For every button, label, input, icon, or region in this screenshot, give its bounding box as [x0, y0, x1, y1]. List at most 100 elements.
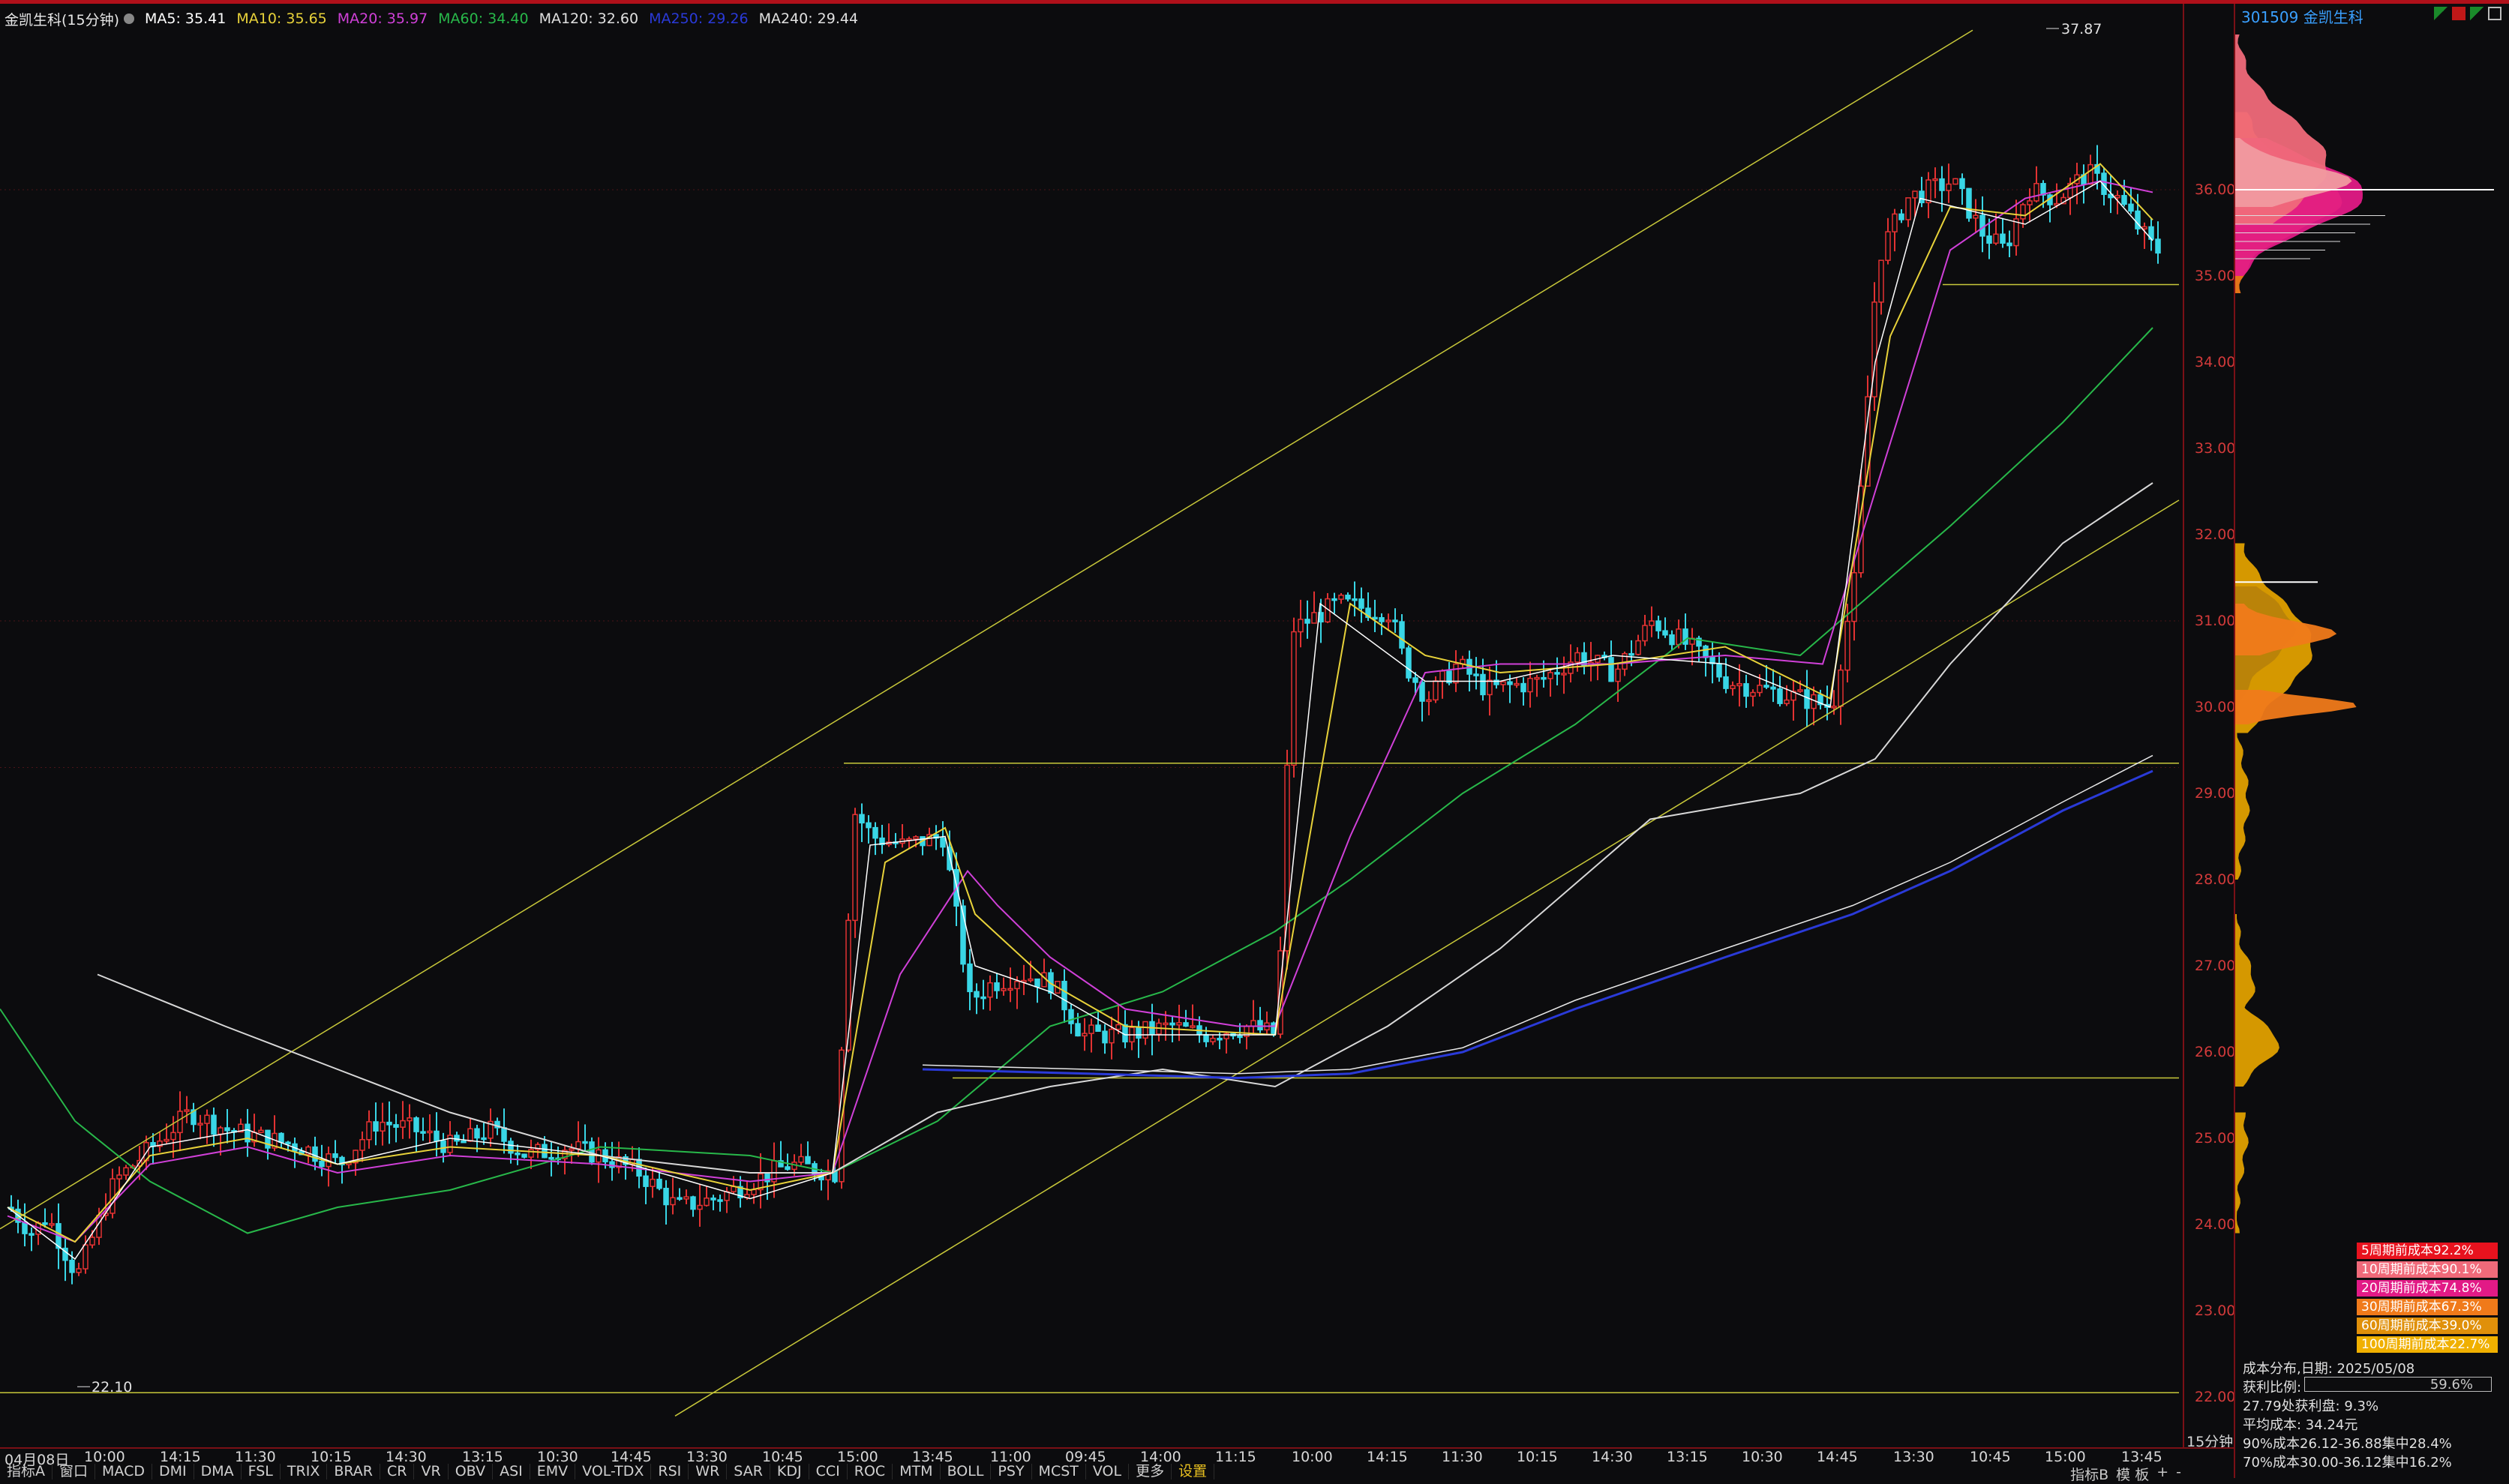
- tab-18[interactable]: CCI: [809, 1464, 848, 1480]
- tab-7[interactable]: BRAR: [327, 1464, 381, 1480]
- candle-body: [1642, 625, 1648, 642]
- time-tick: 14:45: [1817, 1449, 1858, 1465]
- candle-body: [332, 1153, 338, 1159]
- price-tick: 32.00: [2195, 526, 2236, 543]
- tab-3[interactable]: DMI: [152, 1464, 194, 1480]
- tab-11[interactable]: ASI: [493, 1464, 530, 1480]
- cost-date: 成本分布,日期: 2025/05/08: [2243, 1361, 2415, 1377]
- candle-body: [1433, 680, 1439, 701]
- candle-body: [1068, 1009, 1074, 1024]
- tab-24[interactable]: VOL: [1086, 1464, 1130, 1480]
- candle-body: [1358, 598, 1364, 609]
- candle-body: [785, 1166, 791, 1171]
- ma-label: MA10: 35.65: [236, 10, 327, 27]
- tab-21[interactable]: BOLL: [941, 1464, 992, 1480]
- candle-body: [670, 1197, 676, 1206]
- cost-90: 90%成本26.12-36.88集中28.4%: [2243, 1436, 2452, 1452]
- settings-icon[interactable]: [124, 13, 135, 24]
- candle-body: [1797, 689, 1803, 692]
- candle-body: [2128, 203, 2134, 212]
- candle-body: [1061, 980, 1067, 1011]
- tab-26[interactable]: 设置: [1172, 1464, 1215, 1480]
- candle-body: [1784, 699, 1790, 704]
- tab-right-3[interactable]: -: [2176, 1464, 2181, 1484]
- tab-14[interactable]: RSI: [651, 1464, 689, 1480]
- tab-6[interactable]: TRIX: [281, 1464, 328, 1480]
- tab-2[interactable]: MACD: [95, 1464, 152, 1480]
- candle-body: [116, 1174, 122, 1180]
- candle-body: [1919, 190, 1925, 203]
- tab-25[interactable]: 更多: [1129, 1464, 1172, 1480]
- candle-body: [980, 996, 986, 1000]
- tab-4[interactable]: DMA: [194, 1464, 242, 1480]
- tab-15[interactable]: WR: [689, 1464, 728, 1480]
- tab-12[interactable]: EMV: [530, 1464, 576, 1480]
- candle-body: [1844, 620, 1850, 671]
- candle-body: [1676, 628, 1682, 646]
- ma-label: MA240: 29.44: [758, 10, 859, 27]
- candle-body: [515, 1153, 521, 1156]
- kline-chart-area[interactable]: 金凯生科(15分钟) MA5: 35.41 MA10: 35.65 MA20: 35…: [0, 4, 2183, 1447]
- candle-body: [89, 1237, 95, 1246]
- candle-body: [1426, 699, 1432, 703]
- candle-body: [1770, 686, 1776, 690]
- tab-16[interactable]: SAR: [727, 1464, 770, 1480]
- tab-17[interactable]: KDJ: [770, 1464, 809, 1480]
- candle-body: [1392, 619, 1398, 622]
- legend-row: 5周期前成本92.2%: [2357, 1243, 2498, 1259]
- candle-body: [1136, 1027, 1142, 1039]
- candle-body: [1838, 669, 1844, 707]
- time-tick: 10:30: [1742, 1449, 1783, 1465]
- candle-body: [440, 1140, 446, 1153]
- candle-body: [1439, 670, 1445, 682]
- tab-0[interactable]: 指标A: [0, 1464, 53, 1480]
- candle-body: [1237, 1035, 1243, 1039]
- candle-body: [427, 1130, 433, 1134]
- tab-9[interactable]: VR: [414, 1464, 449, 1480]
- candle-body: [913, 836, 919, 840]
- candle-body: [1487, 679, 1493, 696]
- tab-19[interactable]: ROC: [848, 1464, 893, 1480]
- tab-20[interactable]: MTM: [893, 1464, 941, 1480]
- candle-body: [1716, 663, 1722, 678]
- tab-right-0[interactable]: 指标B: [2070, 1464, 2108, 1484]
- candle-body: [1338, 595, 1344, 600]
- tab-23[interactable]: MCST: [1032, 1464, 1086, 1480]
- candle-body: [1885, 231, 1891, 261]
- tab-1[interactable]: 窗口: [53, 1464, 96, 1480]
- tab-10[interactable]: OBV: [449, 1464, 494, 1480]
- candle-body: [1966, 187, 1972, 219]
- candle-body: [710, 1197, 716, 1201]
- legend-row: 100周期前成本22.7%: [2357, 1336, 2498, 1353]
- candle-body: [569, 1148, 575, 1151]
- candle-body: [1541, 676, 1547, 680]
- candle-body: [1250, 1020, 1256, 1027]
- price-tick: 31.00: [2195, 613, 2236, 629]
- candle-body: [1534, 676, 1540, 680]
- candle-body: [1331, 598, 1337, 601]
- high-price-label: 37.87: [2061, 21, 2102, 37]
- candle-body: [1163, 1022, 1169, 1026]
- candle-body: [1892, 213, 1898, 232]
- candle-body: [22, 1222, 28, 1234]
- candle-body: [1210, 1037, 1216, 1042]
- candle-body: [1311, 612, 1317, 624]
- tab-8[interactable]: CR: [380, 1464, 415, 1480]
- tab-13[interactable]: VOL-TDX: [575, 1464, 652, 1480]
- candlestick-plot[interactable]: 37.87 22.10: [0, 4, 2183, 1447]
- candle-body: [1142, 1021, 1148, 1039]
- legend-row: 30周期前成本67.3%: [2357, 1299, 2498, 1315]
- candle-body: [1102, 1030, 1108, 1044]
- price-tick: 24.00: [2195, 1216, 2236, 1233]
- candle-body: [224, 1127, 230, 1132]
- candle-body: [197, 1123, 203, 1126]
- candle-body: [1878, 259, 1884, 303]
- tab-right-2[interactable]: +: [2156, 1464, 2168, 1484]
- candle-body: [508, 1141, 514, 1154]
- tab-5[interactable]: FSL: [242, 1464, 281, 1480]
- tab-right-1[interactable]: 模 板: [2116, 1464, 2149, 1484]
- price-axis: 36.00 35.00 34.00 33.00 32.00 31.00 30.00 29.00…: [2183, 4, 2236, 1447]
- tab-22[interactable]: PSY: [991, 1464, 1032, 1480]
- candle-body: [123, 1167, 129, 1176]
- candle-body: [42, 1222, 48, 1225]
